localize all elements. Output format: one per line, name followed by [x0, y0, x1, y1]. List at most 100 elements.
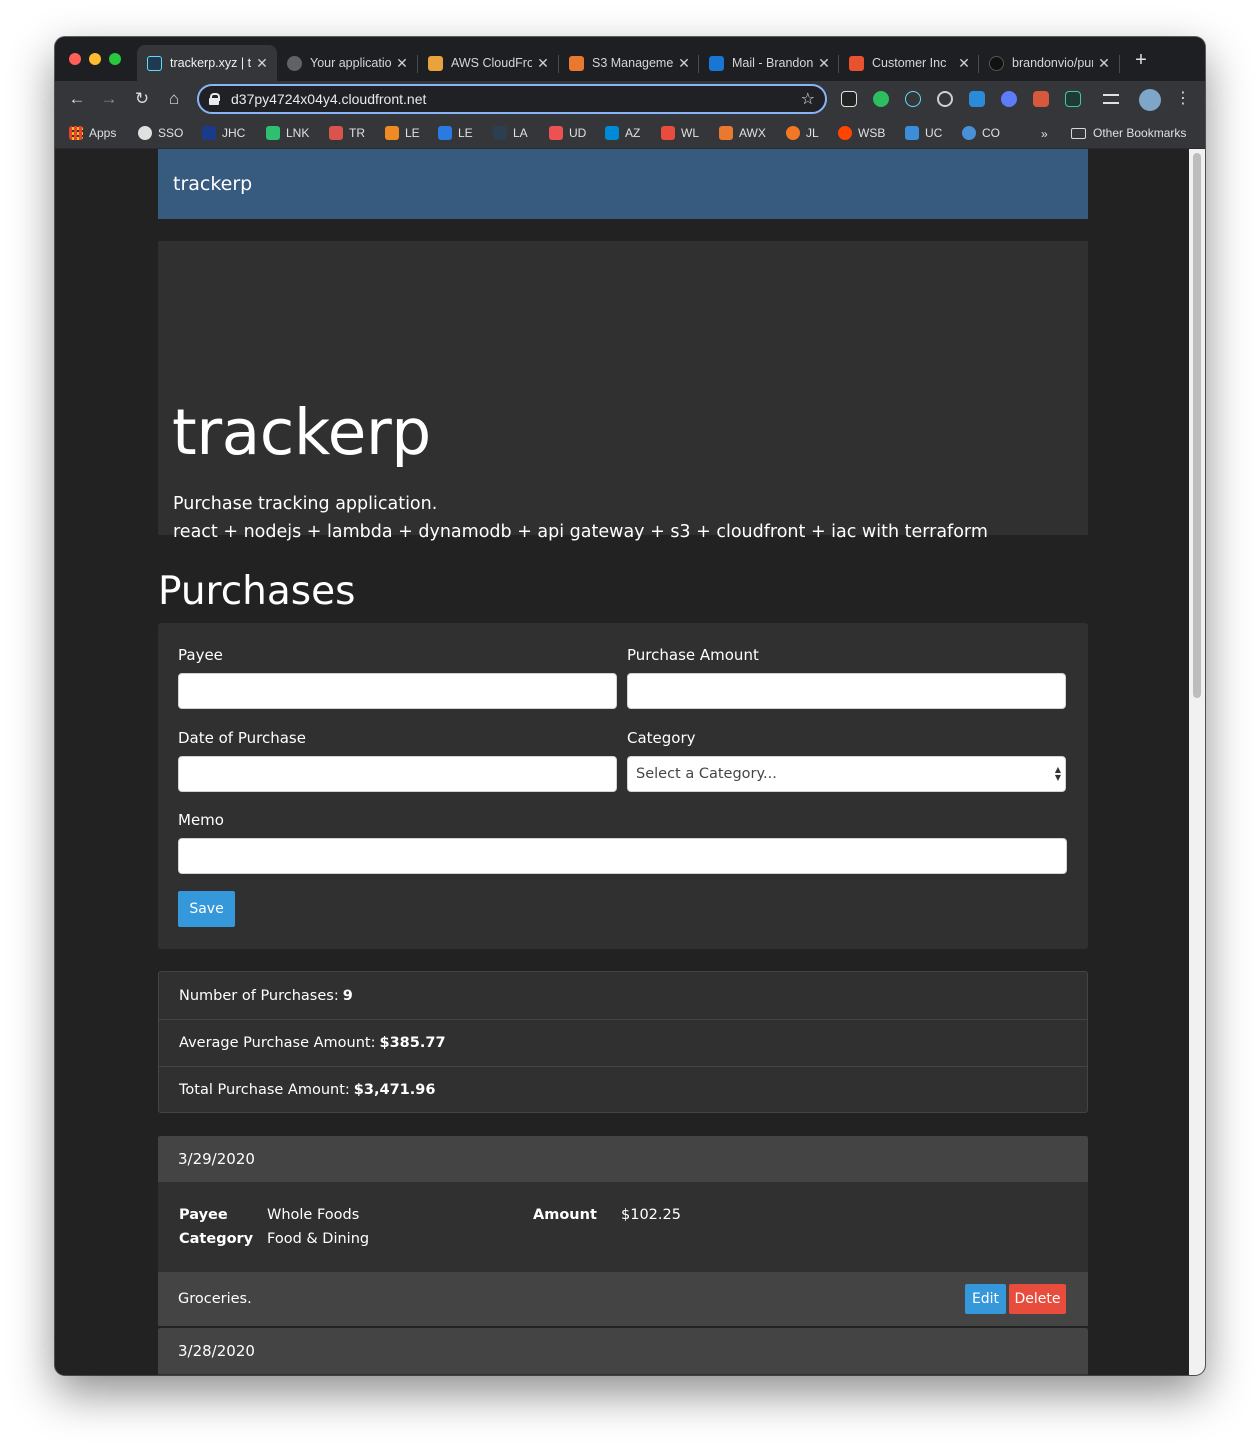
tab-mail[interactable]: Mail - Brandon ✕ [699, 45, 839, 81]
reading-list-icon[interactable] [1103, 94, 1119, 104]
hero: trackerp Purchase tracking application. … [158, 241, 1088, 542]
page-scrollbar[interactable] [1189, 149, 1205, 1375]
home-icon[interactable]: ⌂ [162, 87, 186, 111]
bookmark-uc[interactable]: UC [905, 123, 942, 143]
category-key: Category [179, 1231, 254, 1247]
tab-s3-management[interactable]: S3 Management Console ✕ [559, 45, 699, 81]
reload-icon[interactable]: ↻ [130, 87, 154, 111]
github-icon [989, 55, 1004, 71]
browser-window: trackerp.xyz | trackerp ✕ Your applicati… [55, 37, 1205, 1375]
bookmark-jhc[interactable]: JHC [202, 123, 245, 143]
minimize-window-button[interactable] [89, 53, 101, 65]
tab-your-application[interactable]: Your application ✕ [277, 45, 417, 81]
purchase-card: 3/29/2020 Payee Whole Foods Category Foo… [158, 1136, 1088, 1326]
notion-icon[interactable] [841, 91, 857, 107]
other-bookmarks-label: Other Bookmarks [1093, 126, 1187, 140]
hero-lead: Purchase tracking application. [173, 494, 438, 514]
bookmark-label: AWX [739, 126, 766, 140]
save-button[interactable]: Save [178, 891, 235, 927]
bookmark-le[interactable]: LE [385, 123, 420, 143]
target-icon[interactable] [937, 91, 953, 107]
navbar-brand[interactable]: trackerp [173, 173, 252, 195]
aws-cube-icon [569, 55, 584, 71]
honey-icon[interactable] [1033, 91, 1049, 107]
bookmark-wsb[interactable]: WSB [838, 123, 885, 143]
address-bar[interactable]: d37py4724x04y4.cloudfront.net ☆ [197, 84, 827, 114]
avatar[interactable] [1139, 89, 1161, 111]
tab-github[interactable]: brandonvio/purchase ✕ [979, 45, 1119, 81]
category-label: Category [627, 729, 696, 747]
tab-close-icon[interactable]: ✕ [677, 55, 691, 72]
aws-cube-icon [719, 126, 733, 140]
tab-trackerp[interactable]: trackerp.xyz | trackerp ✕ [137, 45, 277, 81]
bookmark-az[interactable]: AZ [605, 123, 640, 143]
date-input[interactable] [178, 756, 617, 792]
bookmark-la[interactable]: LA [493, 123, 528, 143]
folder-icon [1071, 127, 1086, 139]
lock-icon [209, 93, 220, 105]
close-window-button[interactable] [69, 53, 81, 65]
bookmark-label: JL [806, 126, 819, 140]
jhc-icon [202, 126, 216, 140]
date-label: Date of Purchase [178, 729, 306, 747]
memo-input[interactable] [178, 838, 1067, 874]
category-select-value: Select a Category... [636, 766, 777, 782]
forward-arrow-icon[interactable]: → [97, 87, 121, 111]
edit-button[interactable]: Edit [965, 1284, 1006, 1314]
bookmark-co[interactable]: CO [962, 123, 1000, 143]
react-devtools-icon[interactable] [905, 91, 921, 107]
bookmark-label: LNK [286, 126, 310, 140]
stat-total: Total Purchase Amount: $3,471.96 [159, 1066, 1087, 1113]
page-viewport: trackerp trackerp Purchase tracking appl… [55, 149, 1205, 1375]
s-ext-icon[interactable] [1065, 91, 1081, 107]
tab-close-icon[interactable]: ✕ [255, 55, 269, 72]
evernote-icon[interactable] [873, 91, 889, 107]
outlook-icon [709, 55, 724, 71]
wl-icon [661, 126, 675, 140]
bookmark-sso[interactable]: SSO [138, 123, 183, 143]
tab-close-icon[interactable]: ✕ [1097, 55, 1111, 72]
bookmark-label: UD [569, 126, 587, 140]
back-arrow-icon[interactable]: ← [65, 87, 89, 111]
other-bookmarks[interactable]: Other Bookmarks [1071, 123, 1186, 143]
scrollbar-thumb[interactable] [1193, 153, 1201, 698]
bookmark-star-icon[interactable]: ☆ [801, 89, 815, 109]
globe-icon [287, 55, 302, 71]
category-select[interactable]: Select a Category... ▲ ▼ [627, 756, 1066, 792]
payee-input[interactable] [178, 673, 617, 709]
address-url[interactable]: d37py4724x04y4.cloudfront.net [231, 91, 801, 107]
bookmark-lnk[interactable]: LNK [266, 123, 309, 143]
purchase-form: Payee Purchase Amount Date of Purchase C… [158, 623, 1088, 949]
tab-close-icon[interactable]: ✕ [957, 55, 971, 72]
tab-customer-inc[interactable]: Customer Inc ✕ [839, 45, 979, 81]
bookmark-ud[interactable]: UD [549, 123, 586, 143]
delete-button[interactable]: Delete [1009, 1284, 1066, 1314]
stat-average-label: Average Purchase Amount: [179, 1035, 376, 1051]
azure-icon [605, 126, 619, 140]
new-tab-button[interactable]: + [1131, 50, 1151, 70]
bookmark-le-2[interactable]: LE [438, 123, 473, 143]
bookmarks-overflow-button[interactable]: » [1041, 127, 1048, 141]
tab-close-icon[interactable]: ✕ [536, 55, 550, 72]
circle-ext-icon[interactable] [1001, 91, 1017, 107]
select-arrows-icon: ▲ ▼ [1054, 765, 1061, 782]
bookmark-tr[interactable]: TR [329, 123, 365, 143]
hero-title: trackerp [172, 396, 431, 469]
browser-toolbar: ← → ↻ ⌂ d37py4724x04y4.cloudfront.net ☆ … [55, 81, 1205, 117]
tab-aws-cloudfront[interactable]: AWS CloudFront ✕ [418, 45, 558, 81]
tab-close-icon[interactable]: ✕ [817, 55, 831, 72]
more-menu-icon[interactable]: ⋮ [1175, 87, 1191, 111]
bookmark-awx[interactable]: AWX [719, 123, 766, 143]
bookmark-wl[interactable]: WL [661, 123, 699, 143]
bookmark-apps[interactable]: Apps [69, 123, 116, 143]
co-icon [962, 126, 976, 140]
react-icon [147, 55, 162, 71]
tab-close-icon[interactable]: ✕ [395, 55, 409, 72]
tab-title: Your application [310, 56, 391, 70]
amount-input[interactable] [627, 673, 1066, 709]
zoom-window-button[interactable] [109, 53, 121, 65]
screen-icon[interactable] [969, 91, 985, 107]
bookmark-jl[interactable]: JL [786, 123, 819, 143]
globe-icon [138, 126, 152, 140]
bookmark-label: LE [405, 126, 420, 140]
